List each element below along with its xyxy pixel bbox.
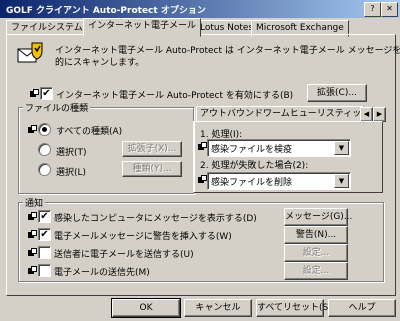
chevron-down-icon[interactable]: ▼ bbox=[334, 141, 349, 155]
enable-label: インターネット電子メール Auto-Protect を有効にする(B) bbox=[56, 91, 294, 101]
radio-select-1[interactable] bbox=[38, 143, 51, 156]
action2-label: 2. 処理が失敗した場合(2): bbox=[200, 161, 309, 171]
sender-settings-button[interactable]: 設定... bbox=[284, 244, 348, 262]
lock-pin-icon[interactable] bbox=[27, 230, 37, 240]
notify-recipient-checkbox[interactable] bbox=[38, 264, 51, 277]
action2-select[interactable]: 感染ファイルを削除 ▼ bbox=[207, 172, 351, 190]
notify-warning-label: 電子メールメッセージに警告を挿入する(W) bbox=[54, 232, 232, 242]
radio-select-1-label: 選択(T) bbox=[56, 148, 87, 158]
lock-pin-icon[interactable] bbox=[197, 142, 207, 152]
recipient-settings-button[interactable]: 設定... bbox=[284, 262, 348, 280]
reset-all-button[interactable]: すべてリセット(S)... bbox=[256, 299, 340, 317]
action1-select[interactable]: 感染ファイルを検疫 ▼ bbox=[207, 139, 351, 157]
lock-pin-icon[interactable] bbox=[29, 89, 39, 99]
subtab-scroll-left[interactable]: ◀ bbox=[360, 107, 373, 122]
extend-button[interactable]: 拡張(C)... bbox=[307, 84, 367, 102]
lock-pin-icon[interactable] bbox=[27, 125, 37, 135]
close-title-button[interactable]: ✕ bbox=[381, 2, 398, 17]
notification-title: 通知 bbox=[23, 196, 46, 209]
notify-sender-label: 送信者に電子メールを送信する(U) bbox=[54, 250, 194, 260]
chevron-down-icon[interactable]: ▼ bbox=[334, 174, 349, 188]
notify-display-checkbox[interactable]: ✔ bbox=[38, 210, 51, 223]
email-shield-icon bbox=[16, 41, 44, 65]
description-line-2: 的にスキャンします。 bbox=[55, 58, 145, 68]
lock-pin-icon[interactable] bbox=[27, 212, 37, 222]
window-title: GOLF クライアント Auto-Protect オプション bbox=[6, 6, 206, 16]
help-title-button[interactable]: ? bbox=[364, 2, 381, 17]
radio-select-2[interactable] bbox=[38, 163, 51, 176]
types-button[interactable]: 種類(Y)... bbox=[122, 161, 182, 177]
message-button[interactable]: メッセージ(G)... bbox=[284, 208, 352, 226]
radio-select-2-label: 選択(L) bbox=[56, 168, 87, 178]
ok-button[interactable]: OK bbox=[111, 298, 181, 318]
tab-internet-email[interactable]: インターネット電子メール bbox=[83, 18, 202, 37]
notify-recipient-label: 電子メールの送信先(M) bbox=[54, 268, 150, 278]
notify-sender-checkbox[interactable] bbox=[38, 246, 51, 259]
file-types-title: ファイルの種類 bbox=[23, 101, 91, 114]
lock-pin-icon[interactable] bbox=[197, 175, 207, 185]
help-button[interactable]: ヘルプ bbox=[328, 299, 396, 317]
subtab-scroll-right[interactable]: ▶ bbox=[373, 107, 386, 122]
notify-warning-checkbox[interactable]: ✔ bbox=[38, 228, 51, 241]
cancel-button[interactable]: キャンセル bbox=[184, 299, 252, 317]
action1-value: 感染ファイルを検疫 bbox=[211, 145, 293, 155]
enable-checkbox[interactable]: ✔ bbox=[40, 87, 53, 100]
notify-display-label: 感染したコンピュータにメッセージを表示する(D) bbox=[54, 214, 257, 224]
lock-pin-icon[interactable] bbox=[27, 248, 37, 258]
title-bar: GOLF クライアント Auto-Protect オプション ? ✕ bbox=[0, 0, 400, 18]
radio-all-types-label: すべての種類(A) bbox=[56, 127, 123, 137]
extensions-button[interactable]: 拡張子(X)... bbox=[122, 141, 182, 157]
warning-button[interactable]: 警告(N)... bbox=[284, 226, 348, 244]
lock-pin-icon[interactable] bbox=[27, 266, 37, 276]
action2-value: 感染ファイルを削除 bbox=[211, 178, 293, 188]
radio-all-types[interactable] bbox=[38, 123, 51, 136]
